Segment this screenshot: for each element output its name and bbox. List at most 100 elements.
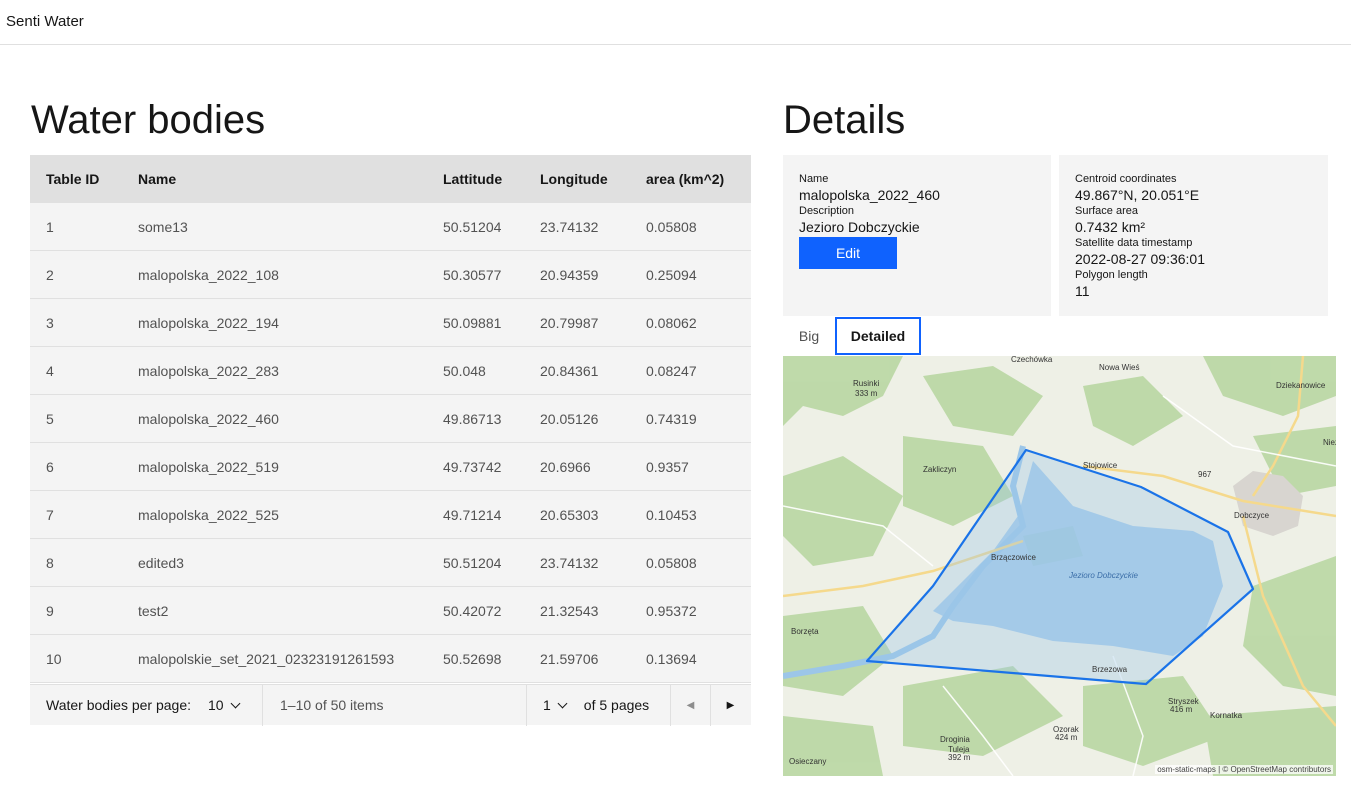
table-header: Table ID Name Lattitude Longitude area (… <box>30 155 751 203</box>
svg-text:Dziekanowice: Dziekanowice <box>1276 381 1326 390</box>
cell-table-id: 6 <box>46 458 54 475</box>
cell-name: malopolska_2022_460 <box>138 410 279 427</box>
column-header-longitude[interactable]: Longitude <box>524 171 630 187</box>
cell-name: malopolska_2022_108 <box>138 266 279 283</box>
cell-area: 0.05808 <box>646 218 697 235</box>
table-row[interactable]: 9 test2 50.42072 21.32543 0.95372 <box>30 587 751 635</box>
cell-name: some13 <box>138 218 188 235</box>
name-value: malopolska_2022_460 <box>799 187 940 203</box>
app-title[interactable]: Senti Water <box>6 13 84 30</box>
cell-latitude: 50.30577 <box>443 266 502 283</box>
cell-longitude: 20.84361 <box>540 362 599 379</box>
chevron-down-icon <box>230 698 241 708</box>
column-header-name[interactable]: Name <box>122 171 427 187</box>
cell-longitude: 20.65303 <box>540 506 599 523</box>
app-header: Senti Water <box>0 0 1351 45</box>
per-page-select[interactable]: 10 <box>208 697 241 713</box>
cell-area: 0.13694 <box>646 650 697 667</box>
table-row[interactable]: 8 edited3 50.51204 23.74132 0.05808 <box>30 539 751 587</box>
svg-text:Dobczyce: Dobczyce <box>1234 511 1270 520</box>
cell-table-id: 4 <box>46 362 54 379</box>
cell-area: 0.25094 <box>646 266 697 283</box>
cell-area: 0.08062 <box>646 314 697 331</box>
total-pages-label: of 5 pages <box>583 697 650 713</box>
cell-longitude: 20.6966 <box>540 458 591 475</box>
cell-longitude: 20.05126 <box>540 410 599 427</box>
page-value: 1 <box>543 697 551 713</box>
column-header-latitude[interactable]: Lattitude <box>427 171 524 187</box>
svg-text:Stojowice: Stojowice <box>1083 461 1118 470</box>
table-row[interactable]: 1 some13 50.51204 23.74132 0.05808 <box>30 203 751 251</box>
cell-table-id: 7 <box>46 506 54 523</box>
per-page-control: Water bodies per page: 10 <box>30 684 263 726</box>
column-header-area[interactable]: area (km^2) <box>630 171 751 187</box>
cell-latitude: 49.86713 <box>443 410 502 427</box>
edit-button[interactable]: Edit <box>799 237 897 269</box>
cell-area: 0.95372 <box>646 602 697 619</box>
details-info-tile: Name malopolska_2022_460 Description Jez… <box>783 155 1051 316</box>
cell-area: 0.10453 <box>646 506 697 523</box>
cell-latitude: 50.52698 <box>443 650 502 667</box>
next-page-button[interactable]: ▶ <box>710 684 750 726</box>
cell-longitude: 20.79987 <box>540 314 599 331</box>
svg-text:Kornatka: Kornatka <box>1210 711 1243 720</box>
cell-longitude: 21.32543 <box>540 602 599 619</box>
centroid-label: Centroid coordinates <box>1075 173 1177 185</box>
surface-area-value: 0.7432 km² <box>1075 219 1146 235</box>
surface-area-label: Surface area <box>1075 205 1138 217</box>
description-label: Description <box>799 205 855 217</box>
table-row[interactable]: 10 malopolskie_set_2021_02323191261593 50.… <box>30 635 751 683</box>
page-control: 1 of 5 pages <box>526 684 670 726</box>
column-header-table-id[interactable]: Table ID <box>30 171 122 187</box>
cell-name: test2 <box>138 602 169 619</box>
chevron-down-icon <box>557 698 568 708</box>
svg-text:416 m: 416 m <box>1170 705 1193 714</box>
cell-latitude: 50.09881 <box>443 314 502 331</box>
table-row[interactable]: 4 malopolska_2022_283 50.048 20.84361 0.0824… <box>30 347 751 395</box>
svg-text:Zakliczyn: Zakliczyn <box>923 465 956 474</box>
cell-area: 0.05808 <box>646 554 697 571</box>
cell-latitude: 49.71214 <box>443 506 502 523</box>
tab-detailed[interactable]: Detailed <box>835 317 921 355</box>
page-select[interactable]: 1 <box>543 697 568 713</box>
cell-latitude: 50.51204 <box>443 554 502 571</box>
table-row[interactable]: 7 malopolska_2022_525 49.71214 20.65303 0.10… <box>30 491 751 539</box>
caret-right-icon: ▶ <box>726 699 735 711</box>
table-row[interactable]: 2 malopolska_2022_108 50.30577 20.94359 0.25… <box>30 251 751 299</box>
table-row[interactable]: 5 malopolska_2022_460 49.86713 20.05126 0.74… <box>30 395 751 443</box>
cell-area: 0.08247 <box>646 362 697 379</box>
cell-latitude: 49.73742 <box>443 458 502 475</box>
per-page-label: Water bodies per page: <box>46 697 192 713</box>
timestamp-label: Satellite data timestamp <box>1075 237 1193 249</box>
cell-longitude: 23.74132 <box>540 554 599 571</box>
caret-left-icon: ◀ <box>686 699 695 711</box>
cell-name: malopolska_2022_519 <box>138 458 279 475</box>
description-value: Jezioro Dobczyckie <box>799 219 920 235</box>
svg-text:Osieczany: Osieczany <box>789 757 826 766</box>
cell-name: malopolska_2022_525 <box>138 506 279 523</box>
name-label: Name <box>799 173 829 185</box>
table-row[interactable]: 6 malopolska_2022_519 49.73742 20.6966 0.935… <box>30 443 751 491</box>
svg-text:333 m: 333 m <box>855 389 878 398</box>
table-row[interactable]: 3 malopolska_2022_194 50.09881 20.79987 0.08… <box>30 299 751 347</box>
svg-text:Nowa Wieś: Nowa Wieś <box>1099 363 1139 372</box>
cell-area: 0.9357 <box>646 458 689 475</box>
cell-longitude: 23.74132 <box>540 218 599 235</box>
per-page-value: 10 <box>208 697 224 713</box>
cell-name: edited3 <box>138 554 184 571</box>
tab-big[interactable]: Big <box>783 317 835 355</box>
cell-longitude: 20.94359 <box>540 266 599 283</box>
cell-table-id: 5 <box>46 410 54 427</box>
map-view[interactable]: Czechówka Nowa Wieś Dziekanowice Rusinki… <box>783 356 1336 776</box>
cell-table-id: 3 <box>46 314 54 331</box>
cell-name: malopolskie_set_2021_02323191261593 <box>138 650 395 667</box>
svg-text:967: 967 <box>1198 470 1212 479</box>
svg-text:Czechówka: Czechówka <box>1011 356 1053 364</box>
cell-name: malopolska_2022_283 <box>138 362 279 379</box>
map-attribution[interactable]: osm-static-maps | © OpenStreetMap contri… <box>1155 765 1333 774</box>
cell-latitude: 50.048 <box>443 362 486 379</box>
svg-text:Jezioro Dobczyckie: Jezioro Dobczyckie <box>1068 571 1138 580</box>
polygon-length-value: 11 <box>1075 283 1090 299</box>
svg-text:392 m: 392 m <box>948 753 971 762</box>
previous-page-button[interactable]: ◀ <box>670 684 710 726</box>
